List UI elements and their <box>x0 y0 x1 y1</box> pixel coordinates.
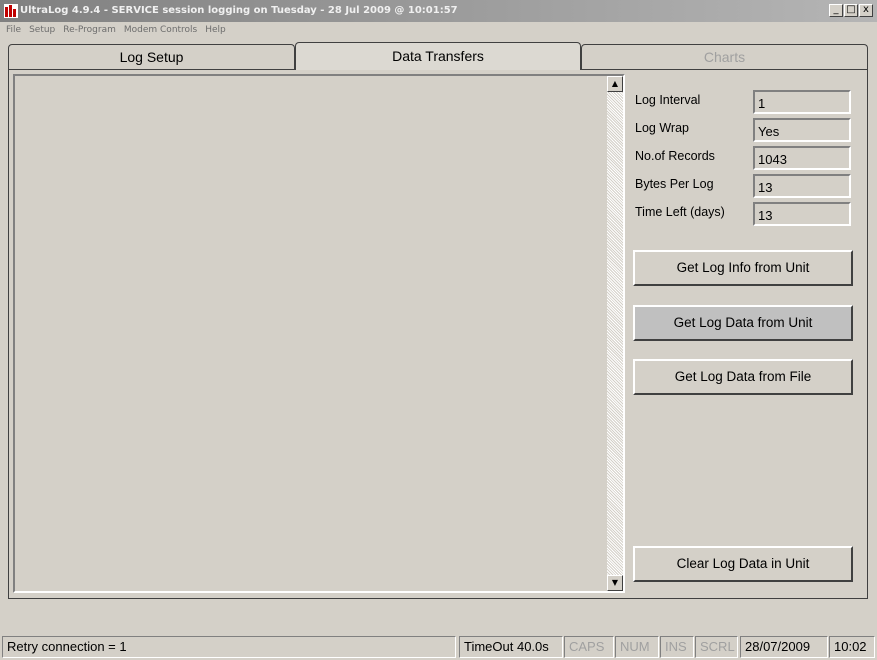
bytes-per-log-label: Bytes Per Log <box>635 177 714 191</box>
status-time: 10:02 <box>829 636 875 658</box>
num-records-row: No.of Records 1043 <box>635 146 859 170</box>
log-wrap-label: Log Wrap <box>635 121 689 135</box>
data-transfers-panel: ▲ ▼ Log Interval 1 Log Wrap Yes No.of Re… <box>8 69 868 599</box>
get-log-data-file-button[interactable]: Get Log Data from File <box>633 359 853 395</box>
time-left-value: 13 <box>753 202 851 226</box>
menu-re-program[interactable]: Re-Program <box>59 22 120 38</box>
menu-setup[interactable]: Setup <box>25 22 59 38</box>
tab-charts[interactable]: Charts <box>581 44 868 70</box>
status-num: NUM <box>615 636 659 658</box>
tab-strip: Log Setup Data Transfers Charts <box>8 42 868 70</box>
menu-help[interactable]: Help <box>201 22 230 38</box>
log-interval-label: Log Interval <box>635 93 701 107</box>
status-scrl: SCRL <box>695 636 738 658</box>
get-log-data-unit-button[interactable]: Get Log Data from Unit <box>633 305 853 341</box>
get-log-info-button[interactable]: Get Log Info from Unit <box>633 250 853 286</box>
time-left-row: Time Left (days) 13 <box>635 202 859 226</box>
menu-bar: File Setup Re-Program Modem Controls Hel… <box>0 22 877 38</box>
tab-log-setup[interactable]: Log Setup <box>8 44 295 70</box>
status-message: Retry connection = 1 <box>2 636 456 658</box>
clear-log-data-button[interactable]: Clear Log Data in Unit <box>633 546 853 582</box>
app-icon <box>4 4 18 18</box>
tab-data-transfers[interactable]: Data Transfers <box>295 42 581 70</box>
bytes-per-log-row: Bytes Per Log 13 <box>635 174 859 198</box>
close-button[interactable]: x <box>859 4 873 17</box>
menu-file[interactable]: File <box>2 22 25 38</box>
title-bar: UltraLog 4.9.4 - SERVICE session logging… <box>0 0 877 22</box>
status-timeout: TimeOut 40.0s <box>459 636 563 658</box>
status-bar: Retry connection = 1 TimeOut 40.0s CAPS … <box>0 634 877 660</box>
log-interval-row: Log Interval 1 <box>635 90 859 114</box>
log-interval-value: 1 <box>753 90 851 114</box>
window-title: UltraLog 4.9.4 - SERVICE session logging… <box>20 5 458 16</box>
num-records-value: 1043 <box>753 146 851 170</box>
time-left-label: Time Left (days) <box>635 205 725 219</box>
status-caps: CAPS <box>564 636 614 658</box>
log-data-list[interactable]: ▲ ▼ <box>13 74 625 593</box>
scroll-down-icon[interactable]: ▼ <box>607 575 623 591</box>
log-wrap-row: Log Wrap Yes <box>635 118 859 142</box>
status-ins: INS <box>660 636 694 658</box>
log-wrap-value: Yes <box>753 118 851 142</box>
bytes-per-log-value: 13 <box>753 174 851 198</box>
vertical-scrollbar[interactable]: ▲ ▼ <box>607 76 623 591</box>
status-date: 28/07/2009 <box>740 636 828 658</box>
scroll-up-icon[interactable]: ▲ <box>607 76 623 92</box>
minimize-button[interactable]: _ <box>829 4 843 17</box>
maximize-button[interactable]: □ <box>844 4 858 17</box>
menu-modem-controls[interactable]: Modem Controls <box>120 22 201 38</box>
num-records-label: No.of Records <box>635 149 715 163</box>
